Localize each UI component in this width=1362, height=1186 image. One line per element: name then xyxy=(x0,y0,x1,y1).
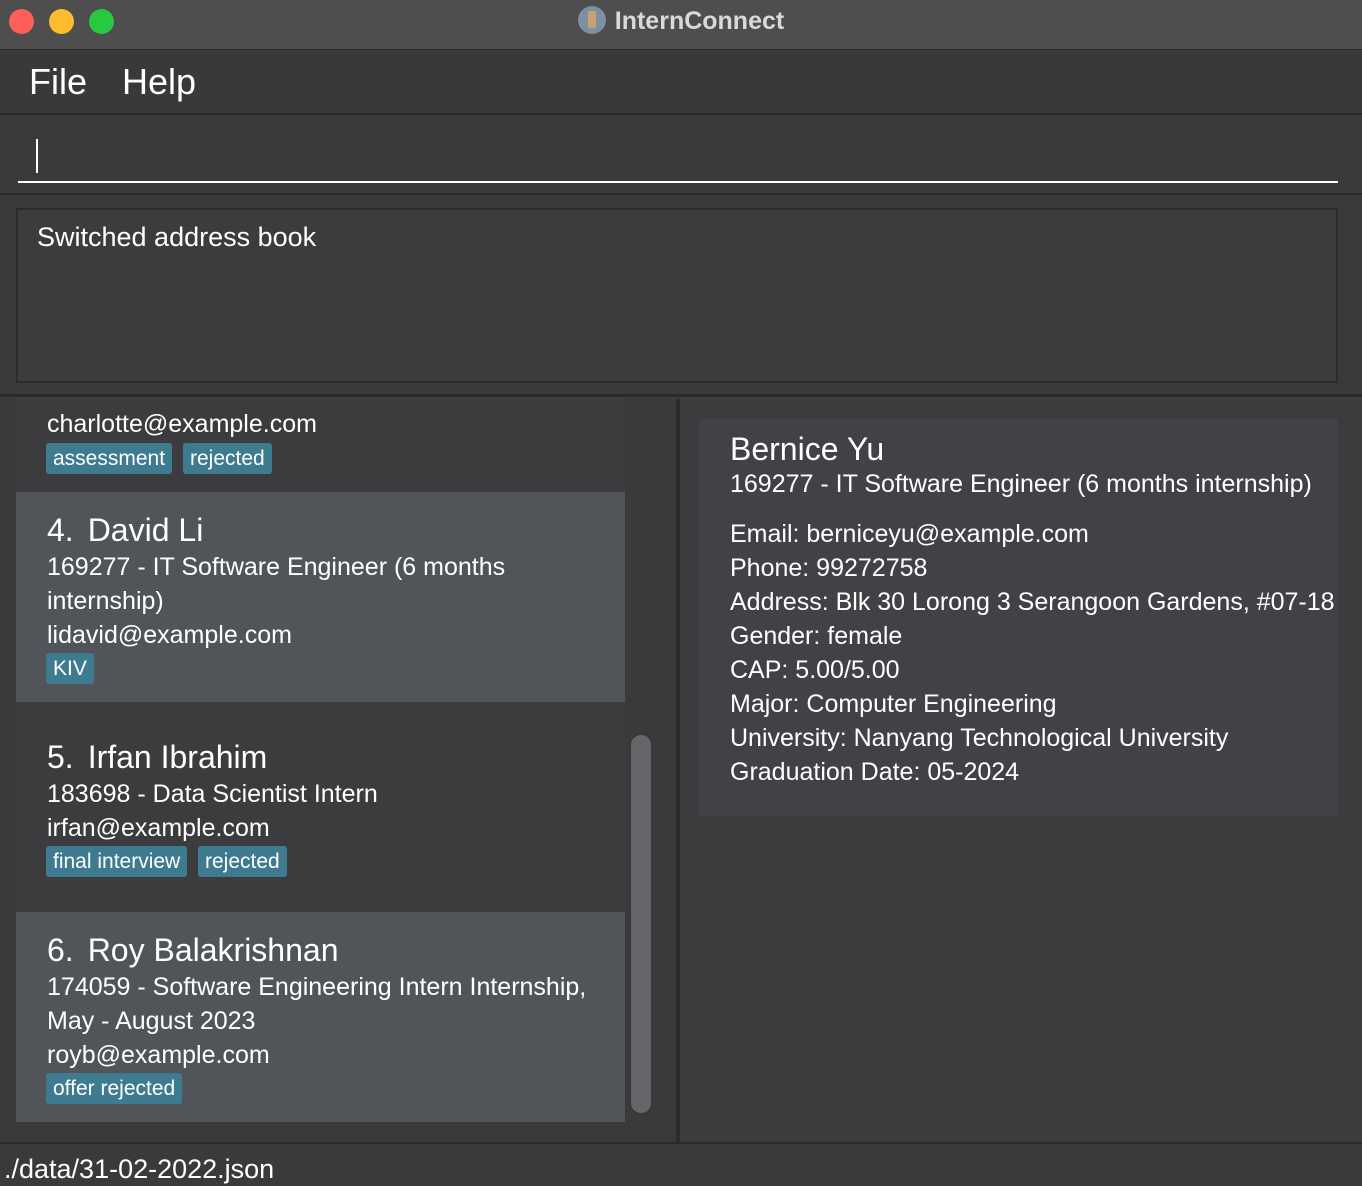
window-title-group: InternConnect xyxy=(0,6,1362,36)
window-titlebar: InternConnect xyxy=(0,0,1362,50)
detail-graduation: Graduation Date: 05-2024 xyxy=(730,758,1020,786)
tag-badge: rejected xyxy=(183,443,272,474)
person-job: 174059 - Software Engineering Intern Int… xyxy=(47,973,587,1001)
menu-bar: File Help xyxy=(0,51,1362,115)
detail-university: University: Nanyang Technological Univer… xyxy=(730,724,1229,752)
result-display-panel: Switched address book xyxy=(0,197,1362,397)
window-title: InternConnect xyxy=(614,7,785,35)
person-job-cont: internship) xyxy=(47,587,164,615)
person-index: 4. xyxy=(47,512,74,548)
person-card[interactable]: 6. Roy Balakrishnan 174059 - Software Eng… xyxy=(16,912,625,1122)
person-detail-card: Bernice Yu 169277 - IT Software Engineer… xyxy=(699,419,1338,816)
list-scrollbar[interactable] xyxy=(631,735,651,1113)
tag-badge: final interview xyxy=(46,846,188,877)
tag-badge: rejected xyxy=(198,846,287,877)
person-card[interactable]: 5. Irfan Ibrahim 183698 - Data Scientist … xyxy=(16,702,625,912)
person-card[interactable]: charlotte@example.com assessment rejecte… xyxy=(16,399,625,491)
status-bar: ./data/31-02-2022.json xyxy=(0,1142,1362,1186)
status-file-path: ./data/31-02-2022.json xyxy=(4,1154,275,1184)
person-job: 169277 - IT Software Engineer (6 months xyxy=(47,553,506,581)
person-name: Roy Balakrishnan xyxy=(87,932,339,968)
command-box xyxy=(0,117,1362,195)
detail-gender: Gender: female xyxy=(730,622,903,650)
detail-cap: CAP: 5.00/5.00 xyxy=(730,656,900,684)
text-caret xyxy=(36,139,38,173)
person-name: Irfan Ibrahim xyxy=(87,739,268,775)
tag-badge: assessment xyxy=(46,443,173,474)
person-detail-panel: Bernice Yu 169277 - IT Software Engineer… xyxy=(680,399,1362,1142)
person-email: charlotte@example.com xyxy=(47,410,317,438)
person-name: David Li xyxy=(87,512,204,548)
app-icon xyxy=(577,6,606,34)
result-display[interactable]: Switched address book xyxy=(16,208,1338,383)
detail-name: Bernice Yu xyxy=(730,431,885,467)
detail-major: Major: Computer Engineering xyxy=(730,690,1057,718)
detail-phone: Phone: 99272758 xyxy=(730,554,928,582)
menu-help[interactable]: Help xyxy=(122,61,196,103)
person-card-selected[interactable]: 4. David Li 169277 - IT Software Engineer… xyxy=(16,492,625,702)
menu-file[interactable]: File xyxy=(29,61,87,103)
person-index: 6. xyxy=(47,932,74,968)
person-index: 5. xyxy=(47,739,74,775)
detail-address: Address: Blk 30 Lorong 3 Serangoon Garde… xyxy=(730,588,1335,616)
person-job-cont: May - August 2023 xyxy=(47,1007,256,1035)
tag-badge: KIV xyxy=(46,653,94,684)
person-job: 183698 - Data Scientist Intern xyxy=(47,780,378,808)
command-input[interactable] xyxy=(18,133,1338,183)
detail-job: 169277 - IT Software Engineer (6 months … xyxy=(730,470,1312,498)
person-email: lidavid@example.com xyxy=(47,621,292,649)
person-name-row: 4. David Li xyxy=(47,512,203,549)
detail-email: Email: berniceyu@example.com xyxy=(730,520,1089,548)
person-name-row: 6. Roy Balakrishnan xyxy=(47,932,338,969)
person-email: royb@example.com xyxy=(47,1041,270,1069)
result-message: Switched address book xyxy=(37,222,317,252)
person-email: irfan@example.com xyxy=(47,814,270,842)
person-list-panel[interactable]: charlotte@example.com assessment rejecte… xyxy=(0,399,676,1142)
tag-badge: offer rejected xyxy=(46,1073,183,1104)
person-name-row: 5. Irfan Ibrahim xyxy=(47,739,267,776)
